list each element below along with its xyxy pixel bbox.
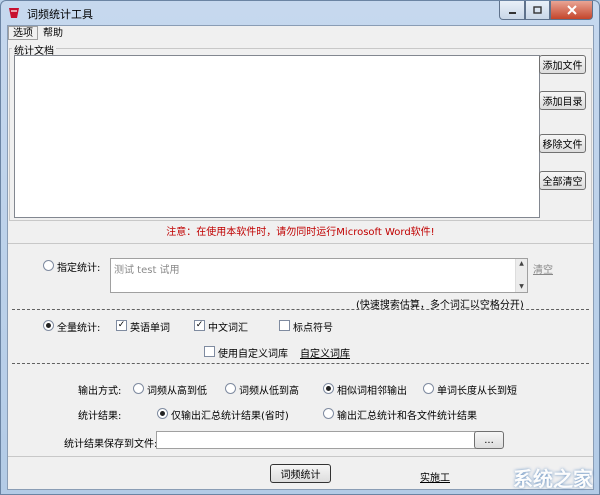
main-window: 词频统计工具 选项 帮助 统计文档 添加文件 添加目录 移除文件 全部清空 注意… bbox=[0, 0, 600, 495]
dashed-divider-2 bbox=[12, 363, 589, 364]
menu-help[interactable]: 帮助 bbox=[38, 26, 68, 40]
specified-words-text: 测试 test 试用 bbox=[114, 265, 180, 276]
remove-file-button[interactable]: 移除文件 bbox=[539, 134, 586, 153]
result-summary-radio[interactable] bbox=[157, 408, 168, 419]
specified-stats-radio[interactable] bbox=[43, 260, 54, 271]
dashed-divider-1 bbox=[12, 309, 589, 310]
clear-link[interactable]: 清空 bbox=[533, 261, 553, 276]
mode-length-label: 单词长度从长到短 bbox=[437, 386, 517, 397]
mode-similar-radio[interactable] bbox=[323, 383, 334, 394]
browse-button[interactable]: ... bbox=[474, 431, 504, 449]
footer-link[interactable]: 实施工 bbox=[420, 469, 450, 484]
mode-high-to-low-label: 词频从高到低 bbox=[147, 386, 207, 397]
full-stats-label: 全量统计: bbox=[57, 323, 101, 334]
english-checkbox[interactable]: ✓ bbox=[116, 320, 127, 331]
specified-words-input[interactable]: 测试 test 试用 ▲ ▼ bbox=[110, 258, 528, 293]
menu-options[interactable]: 选项 bbox=[8, 26, 38, 40]
result-all-radio[interactable] bbox=[323, 408, 334, 419]
maximize-icon bbox=[533, 5, 542, 14]
full-stats-radio[interactable] bbox=[43, 320, 54, 331]
close-icon bbox=[566, 5, 577, 15]
punct-checkbox[interactable] bbox=[279, 320, 290, 331]
custom-lib-label: 使用自定义词库 bbox=[218, 349, 288, 360]
output-mode-label: 输出方式: bbox=[78, 386, 122, 397]
chinese-checkbox[interactable]: ✓ bbox=[194, 320, 205, 331]
maximize-button[interactable] bbox=[525, 1, 550, 20]
client-area: 选项 帮助 统计文档 添加文件 添加目录 移除文件 全部清空 注意：在使用本软件… bbox=[7, 25, 594, 490]
mode-high-to-low-radio[interactable] bbox=[133, 383, 144, 394]
warning-notice: 注意：在使用本软件时，请勿同时运行Microsoft Word软件! bbox=[166, 227, 435, 238]
scroll-up-icon[interactable]: ▲ bbox=[516, 259, 527, 269]
divider bbox=[8, 243, 593, 244]
specified-scrollbar[interactable]: ▲ ▼ bbox=[515, 259, 527, 292]
clear-all-button[interactable]: 全部清空 bbox=[539, 171, 586, 190]
result-all-label: 输出汇总统计和各文件统计结果 bbox=[337, 411, 477, 422]
mode-low-to-high-label: 词频从低到高 bbox=[239, 386, 299, 397]
minimize-icon bbox=[508, 11, 516, 14]
add-file-button[interactable]: 添加文件 bbox=[539, 55, 586, 74]
documents-list[interactable] bbox=[14, 55, 540, 218]
add-directory-button[interactable]: 添加目录 bbox=[539, 91, 586, 110]
menu-bar: 选项 帮助 bbox=[8, 26, 593, 40]
save-path-input[interactable] bbox=[156, 431, 476, 449]
mode-similar-label: 相似词相邻输出 bbox=[337, 386, 407, 397]
english-label: 英语单词 bbox=[130, 323, 170, 334]
title-bar[interactable]: 词频统计工具 bbox=[1, 1, 599, 25]
mode-low-to-high-radio[interactable] bbox=[225, 383, 236, 394]
close-button[interactable] bbox=[550, 1, 593, 20]
punct-label: 标点符号 bbox=[293, 323, 333, 334]
mode-length-radio[interactable] bbox=[423, 383, 434, 394]
app-logo-icon bbox=[9, 8, 19, 18]
watermark-logo: 系统之家 bbox=[513, 467, 593, 491]
minimize-button[interactable] bbox=[499, 1, 525, 20]
result-label: 统计结果: bbox=[78, 411, 122, 422]
save-label: 统计结果保存到文件: bbox=[64, 439, 158, 450]
chinese-label: 中文词汇 bbox=[208, 323, 248, 334]
window-title: 词频统计工具 bbox=[27, 8, 93, 21]
custom-lib-checkbox[interactable] bbox=[204, 346, 215, 357]
custom-lib-link[interactable]: 自定义词库 bbox=[300, 345, 350, 360]
window-controls bbox=[499, 1, 593, 20]
scroll-down-icon[interactable]: ▼ bbox=[516, 282, 527, 292]
specified-stats-label: 指定统计: bbox=[57, 263, 101, 274]
run-stats-button[interactable]: 词频统计 bbox=[270, 464, 331, 483]
result-summary-label: 仅输出汇总统计结果(省时) bbox=[171, 411, 289, 422]
bottom-divider bbox=[8, 456, 593, 457]
